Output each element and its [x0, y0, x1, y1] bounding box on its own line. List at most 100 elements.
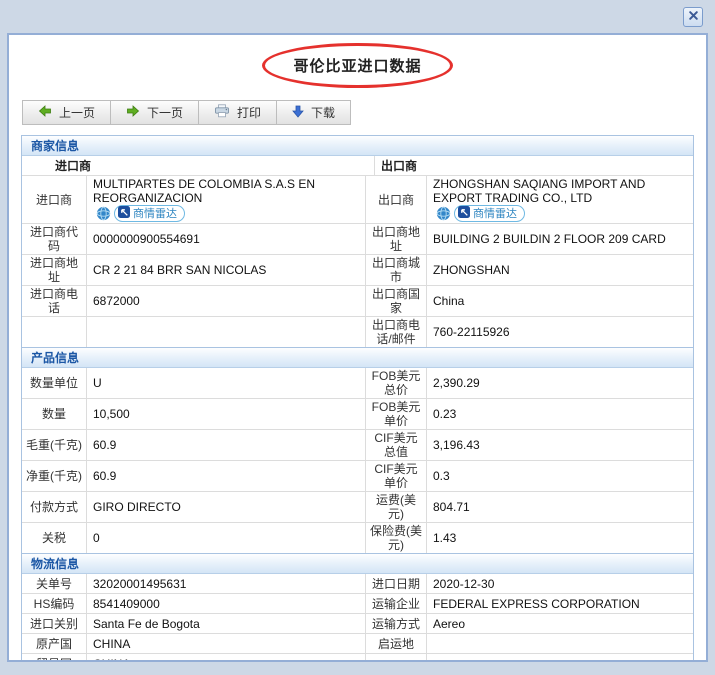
radar-icon	[458, 205, 470, 222]
field-value: China	[433, 294, 465, 308]
field-label: 运输方式	[366, 614, 427, 633]
field-value: Aereo	[433, 616, 466, 631]
next-page-button[interactable]: 下一页	[110, 100, 200, 125]
globe-icon[interactable]	[436, 206, 451, 221]
field-label: 出口商国家	[366, 286, 427, 316]
globe-icon[interactable]	[96, 206, 111, 221]
field-value: CR 2 21 84 BRR SAN NICOLAS	[87, 255, 366, 285]
field-label: 原产国	[22, 634, 87, 653]
field-value: CHINA	[87, 634, 366, 653]
arrow-right-icon	[126, 104, 140, 121]
exporter-name: ZHONGSHAN SAQIANG IMPORT AND EXPORT TRAD…	[433, 177, 646, 205]
table-row: 付款方式 GIRO DIRECTO 运费(美元) 804.71	[22, 492, 693, 523]
table-row: 进口关别 Santa Fe de Bogota 运输方式 Aereo	[22, 614, 693, 634]
printer-icon	[214, 104, 230, 121]
field-label: CIF美元总值	[366, 430, 427, 460]
field-label: 启运地	[366, 634, 427, 653]
field-label: 保险费(美元)	[366, 523, 427, 553]
toolbar: 上一页 下一页 打印 下载	[22, 100, 706, 125]
close-button[interactable]	[683, 7, 703, 27]
logistics-table: 关单号 32020001495631 进口日期 2020-12-30 HS编码 …	[22, 574, 693, 660]
field-label: HS编码	[22, 594, 87, 613]
field-value: 804.71	[433, 500, 470, 514]
field-value	[427, 654, 693, 660]
field-value: 10,500	[87, 399, 366, 429]
merchant-table: 进口商 出口商 进口商 MULTIPARTES DE COLOMBIA S.A.…	[22, 156, 693, 347]
field-value: 8541409000	[87, 594, 366, 613]
field-value: 3,196.43	[433, 438, 480, 452]
field-value: ZHONGSHAN	[433, 263, 510, 277]
field-value: CHINA	[87, 654, 366, 660]
arrow-down-icon	[292, 105, 304, 121]
field-label: 毛重(千克)	[22, 430, 87, 460]
table-row: 进口商代码 0000000900554691 出口商地址 BUILDING 2 …	[22, 224, 693, 255]
print-button[interactable]: 打印	[198, 100, 278, 125]
table-row: 进口商地址 CR 2 21 84 BRR SAN NICOLAS 出口商城市 Z…	[22, 255, 693, 286]
field-value: 60.9	[87, 461, 366, 491]
field-value: 2,390.29	[433, 376, 480, 390]
section-header-merchant: 商家信息	[22, 135, 693, 156]
page-title: 哥伦比亚进口数据	[293, 58, 422, 75]
field-value: 0.3	[433, 469, 450, 483]
print-label: 打印	[237, 106, 262, 120]
field-label: 出口商地址	[366, 224, 427, 254]
table-row: 关单号 32020001495631 进口日期 2020-12-30	[22, 574, 693, 594]
field-label: 贸易国	[22, 654, 87, 660]
field-value: 32020001495631	[87, 574, 366, 593]
section-header-logistics: 物流信息	[22, 553, 693, 574]
field-label: 数量单位	[22, 368, 87, 398]
field-label: FOB美元总价	[366, 368, 427, 398]
field-value: 1.43	[433, 531, 457, 545]
field-label: 进口商代码	[22, 224, 87, 254]
field-value: U	[87, 368, 366, 398]
field-value: 60.9	[87, 430, 366, 460]
field-value	[427, 634, 693, 653]
field-label: 出口商	[366, 176, 427, 223]
table-row: 贸易国 CHINA	[22, 654, 693, 660]
download-label: 下载	[311, 106, 336, 120]
importer-column-header: 进口商	[22, 156, 375, 175]
field-value: 0.23	[433, 407, 457, 421]
importer-name: MULTIPARTES DE COLOMBIA S.A.S EN REORGAN…	[93, 177, 316, 205]
radar-badge-button[interactable]: 商情雷达	[454, 205, 525, 222]
field-label: 关单号	[22, 574, 87, 593]
exporter-column-header: 出口商	[381, 158, 418, 173]
field-value: FEDERAL EXPRESS CORPORATION	[433, 596, 640, 611]
field-label: 数量	[22, 399, 87, 429]
arrow-left-icon	[38, 104, 52, 121]
field-value	[87, 317, 366, 347]
importer-name-cell: MULTIPARTES DE COLOMBIA S.A.S EN REORGAN…	[87, 176, 366, 223]
prev-page-label: 上一页	[59, 106, 96, 120]
radar-icon	[118, 205, 130, 222]
field-value: 0000000900554691	[87, 224, 366, 254]
exporter-name-cell: ZHONGSHAN SAQIANG IMPORT AND EXPORT TRAD…	[427, 176, 693, 223]
field-label: CIF美元单价	[366, 461, 427, 491]
field-value: 0	[87, 523, 366, 553]
table-row: 进口商 出口商	[22, 156, 693, 176]
table-row: HS编码 8541409000 运输企业 FEDERAL EXPRESS COR…	[22, 594, 693, 614]
radar-badge-label: 商情雷达	[133, 207, 177, 220]
table-row: 进口商 MULTIPARTES DE COLOMBIA S.A.S EN REO…	[22, 176, 693, 224]
download-button[interactable]: 下载	[276, 100, 352, 125]
field-label: 出口商城市	[366, 255, 427, 285]
table-row: 毛重(千克) 60.9 CIF美元总值 3,196.43	[22, 430, 693, 461]
section-header-product: 产品信息	[22, 347, 693, 368]
field-value: 6872000	[87, 286, 366, 316]
field-value: 2020-12-30	[433, 576, 495, 591]
field-label: 进口商	[22, 176, 87, 223]
field-label: 出口商电话/邮件	[366, 317, 427, 347]
dialog-panel: 哥伦比亚进口数据 上一页 下一页 打印 下载 商家信息 进口商 出口商 进口商 …	[7, 33, 708, 662]
field-label: 关税	[22, 523, 87, 553]
product-table: 数量单位 U FOB美元总价 2,390.29 数量 10,500 FOB美元单…	[22, 368, 693, 553]
field-label: 进口日期	[366, 574, 427, 593]
field-value: BUILDING 2 BUILDIN 2 FLOOR 209 CARD	[433, 232, 666, 246]
red-highlight-ellipse: 哥伦比亚进口数据	[262, 43, 453, 88]
field-label: 进口关别	[22, 614, 87, 633]
field-label	[366, 654, 427, 660]
field-label: 净重(千克)	[22, 461, 87, 491]
next-page-label: 下一页	[147, 106, 184, 120]
prev-page-button[interactable]: 上一页	[22, 100, 112, 125]
table-row: 净重(千克) 60.9 CIF美元单价 0.3	[22, 461, 693, 492]
radar-badge-button[interactable]: 商情雷达	[114, 205, 185, 222]
window-titlebar	[0, 0, 715, 33]
